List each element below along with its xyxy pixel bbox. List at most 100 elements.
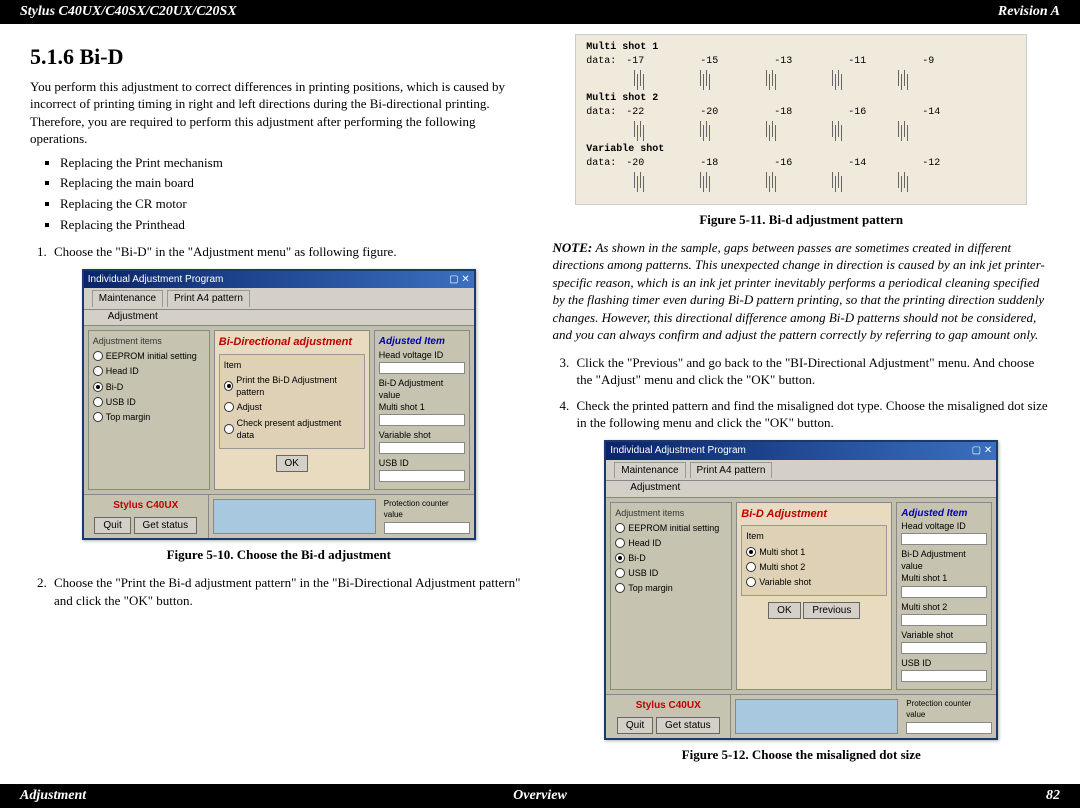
pattern-value: -11	[848, 55, 922, 69]
list-item: Replacing the Printhead	[60, 216, 528, 234]
data-label: data:	[586, 106, 626, 120]
radio-eeprom[interactable]: EEPROM initial setting	[93, 350, 205, 362]
tick-row	[634, 70, 1016, 86]
radio-multi1[interactable]: Multi shot 1	[746, 546, 882, 558]
figure-11-caption: Figure 5-11. Bi-d adjustment pattern	[553, 211, 1051, 229]
step-4: Check the printed pattern and find the m…	[573, 397, 1051, 432]
field-value	[901, 586, 987, 598]
radio-multi2[interactable]: Multi shot 2	[746, 561, 882, 573]
radio-print-bid[interactable]: Print the Bi-D Adjustment pattern	[224, 374, 360, 398]
tab-adjustment[interactable]: Adjustment	[606, 481, 996, 498]
status-area	[213, 499, 376, 534]
field-value	[901, 614, 987, 626]
center-title: Bi-D Adjustment	[741, 507, 887, 522]
radio-top-margin[interactable]: Top margin	[615, 582, 727, 594]
tick-row	[634, 121, 1016, 137]
ok-button[interactable]: OK	[768, 602, 800, 620]
adjusted-item-panel: Adjusted Item Head voltage ID Bi-D Adjus…	[374, 330, 470, 490]
header-right: Revision A	[998, 4, 1060, 20]
figure-12-caption: Figure 5-12. Choose the misaligned dot s…	[553, 746, 1051, 764]
section-title: 5.1.6 Bi-D	[30, 42, 528, 72]
tab-maintenance[interactable]: Maintenance	[614, 462, 685, 479]
field-label: USB ID	[901, 657, 987, 669]
step-3: Click the "Previous" and go back to the …	[573, 354, 1051, 389]
dialog-title: Individual Adjustment Program	[610, 444, 746, 458]
tab-print-a4[interactable]: Print A4 pattern	[690, 462, 773, 479]
field-value	[379, 362, 465, 374]
window-controls[interactable]: ▢ ✕	[449, 273, 470, 287]
field-label: Protection counter value	[384, 499, 470, 521]
operations-list: Replacing the Print mechanism Replacing …	[60, 154, 528, 233]
steps-left: Choose the "Bi-D" in the "Adjustment men…	[50, 243, 528, 261]
item-box: Item Multi shot 1 Multi shot 2 Variable …	[741, 525, 887, 596]
radio-variable[interactable]: Variable shot	[746, 576, 882, 588]
quit-button[interactable]: Quit	[94, 517, 130, 535]
radio-check[interactable]: Check present adjustment data	[224, 417, 360, 441]
model-label: Stylus C40UX	[88, 499, 204, 513]
pattern-row-label: Variable shot	[586, 143, 1016, 157]
item-box: Item Print the Bi-D Adjustment pattern A…	[219, 354, 365, 449]
get-status-button[interactable]: Get status	[134, 517, 198, 535]
figure-11-pattern: Multi shot 1 data: -17 -15 -13 -11 -9 Mu…	[575, 34, 1027, 205]
pattern-row-label: Multi shot 1	[586, 41, 1016, 55]
dialog-title: Individual Adjustment Program	[88, 273, 224, 287]
quit-button[interactable]: Quit	[617, 717, 653, 735]
field-value	[906, 722, 992, 734]
model-label: Stylus C40UX	[610, 699, 726, 713]
steps-left-2: Choose the "Print the Bi-d adjustment pa…	[50, 574, 528, 609]
field-label: Variable shot	[901, 629, 987, 641]
pattern-value: -16	[774, 157, 848, 171]
figure-12-dialog: Individual Adjustment Program ▢ ✕ Mainte…	[604, 440, 998, 740]
get-status-button[interactable]: Get status	[656, 717, 720, 735]
radio-bi-d[interactable]: Bi-D	[615, 552, 727, 564]
field-label: Bi-D Adjustment value	[901, 548, 987, 572]
tab-adjustment[interactable]: Adjustment	[84, 310, 474, 327]
pattern-value: -20	[700, 106, 774, 120]
footer-left: Adjustment	[20, 788, 86, 804]
field-value	[384, 522, 470, 534]
tick-row	[634, 172, 1016, 188]
data-label: data:	[586, 157, 626, 171]
window-controls[interactable]: ▢ ✕	[972, 444, 993, 458]
dialog-tabs: Maintenance Print A4 pattern	[84, 288, 474, 310]
field-label: Protection counter value	[906, 699, 992, 721]
previous-button[interactable]: Previous	[803, 602, 860, 620]
radio-head-id[interactable]: Head ID	[615, 537, 727, 549]
pattern-value: -15	[700, 55, 774, 69]
left-column: 5.1.6 Bi-D You perform this adjustment t…	[30, 34, 528, 774]
radio-head-id[interactable]: Head ID	[93, 365, 205, 377]
note-text: As shown in the sample, gaps between pas…	[553, 240, 1045, 343]
radio-usb-id[interactable]: USB ID	[615, 567, 727, 579]
adjusted-item-title: Adjusted Item	[901, 507, 987, 521]
radio-usb-id[interactable]: USB ID	[93, 396, 205, 408]
field-label: Bi-D Adjustment value	[379, 377, 465, 401]
pattern-value: -20	[626, 157, 700, 171]
page-body: 5.1.6 Bi-D You perform this adjustment t…	[0, 24, 1080, 784]
steps-right: Click the "Previous" and go back to the …	[573, 354, 1051, 432]
pattern-value: -14	[848, 157, 922, 171]
dialog-titlebar: Individual Adjustment Program ▢ ✕	[606, 442, 996, 460]
radio-eeprom[interactable]: EEPROM initial setting	[615, 522, 727, 534]
radio-top-margin[interactable]: Top margin	[93, 411, 205, 423]
note-block: NOTE: As shown in the sample, gaps betwe…	[553, 239, 1051, 344]
radio-bi-d[interactable]: Bi-D	[93, 381, 205, 393]
field-label: Head voltage ID	[901, 520, 987, 532]
item-label: Item	[224, 359, 360, 371]
status-area	[735, 699, 898, 734]
field-label: Variable shot	[379, 429, 465, 441]
field-label: USB ID	[379, 457, 465, 469]
radio-adjust[interactable]: Adjust	[224, 401, 360, 413]
adjustment-items-panel: Adjustment items EEPROM initial setting …	[610, 502, 732, 690]
tab-maintenance[interactable]: Maintenance	[92, 290, 163, 307]
field-value	[379, 442, 465, 454]
list-item: Replacing the main board	[60, 174, 528, 192]
field-label: Multi shot 1	[901, 572, 987, 584]
adj-items-title: Adjustment items	[93, 335, 205, 347]
ok-button[interactable]: OK	[276, 455, 308, 473]
header-bar: Stylus C40UX/C40SX/C20UX/C20SX Revision …	[0, 0, 1080, 24]
field-label: Multi shot 2	[901, 601, 987, 613]
dialog-titlebar: Individual Adjustment Program ▢ ✕	[84, 271, 474, 289]
adjusted-item-title: Adjusted Item	[379, 335, 465, 349]
pattern-row-label: Multi shot 2	[586, 92, 1016, 106]
tab-print-a4[interactable]: Print A4 pattern	[167, 290, 250, 307]
